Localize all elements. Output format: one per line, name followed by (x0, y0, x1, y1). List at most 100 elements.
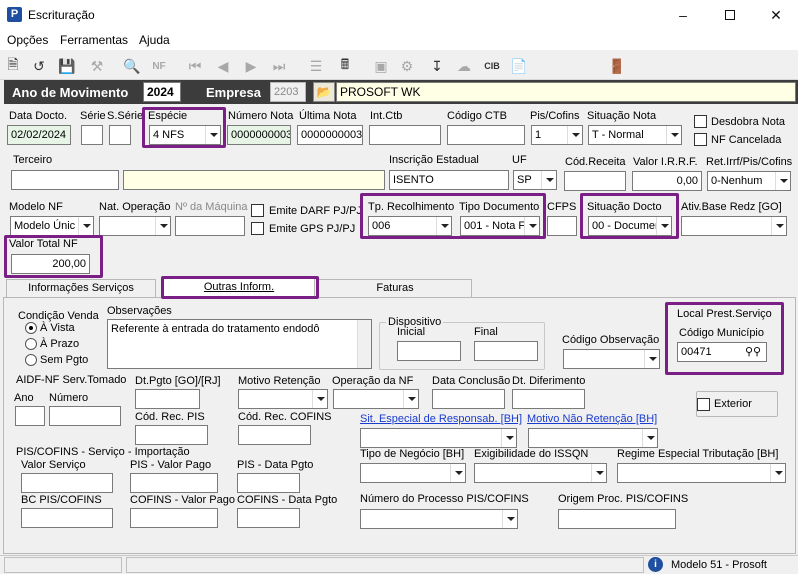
open-folder-button[interactable]: 📂 (313, 82, 335, 102)
motivo-nao-retencao-link[interactable]: Motivo Não Retenção [BH] (527, 413, 657, 426)
dt-pgto-input[interactable] (135, 389, 200, 409)
valor-total-input[interactable]: 200,00 (11, 254, 90, 274)
save-icon[interactable]: 💾 (58, 57, 76, 75)
cod-rec-pis-input[interactable] (135, 425, 208, 445)
motivo-retencao-select[interactable] (238, 389, 328, 409)
folder-icon[interactable]: ▣ (372, 57, 390, 75)
nat-op-select[interactable] (99, 216, 171, 236)
cib-icon[interactable]: CIB (483, 57, 501, 75)
int-ctb-input[interactable] (369, 125, 441, 145)
origem-proc-input[interactable] (558, 509, 676, 529)
codigo-observacao-select[interactable] (563, 349, 660, 369)
motivo-nao-retencao-select[interactable] (528, 428, 658, 448)
tab-informacoes-servicos[interactable]: Informações Serviços (6, 279, 156, 297)
situacao-nota-select[interactable]: T - Normal (588, 125, 682, 145)
valor-irrf-input[interactable]: 0,00 (632, 171, 702, 191)
import-icon[interactable]: ↧ (428, 57, 446, 75)
observacoes-scrollbar[interactable] (357, 320, 371, 368)
exterior-checkbox[interactable] (697, 398, 710, 411)
aidf-numero-label: Número (49, 392, 89, 404)
bc-pis-cofins-input[interactable] (21, 508, 113, 528)
cofins-valor-pago-label: COFINS - Valor Pago (130, 494, 235, 506)
observacoes-textarea[interactable]: Referente à entrada do tratamento endodô (107, 319, 372, 369)
nf-cancelada-checkbox[interactable] (694, 133, 707, 146)
motivo-retencao-label: Motivo Retenção (238, 375, 321, 387)
maquina-input[interactable] (175, 216, 245, 236)
sit-especial-link[interactable]: Sit. Especial de Responsab. [BH] (360, 413, 522, 426)
next-record-icon[interactable]: ▶ (242, 57, 260, 75)
exit-door-icon[interactable]: 🚪 (608, 57, 626, 75)
situacao-docto-select[interactable]: 00 - Documer (588, 216, 672, 236)
sserie-input[interactable] (109, 125, 131, 145)
numero-nota-input[interactable]: 0000000003 (227, 125, 291, 145)
radio-a-prazo[interactable] (25, 338, 37, 350)
last-record-icon[interactable]: ⏭ (270, 57, 288, 75)
chevron-down-icon (155, 217, 170, 235)
radio-a-vista[interactable] (25, 322, 37, 334)
dt-diferimento-label: Dt. Diferimento (512, 375, 586, 387)
cfps-input[interactable] (547, 216, 577, 236)
uf-select[interactable]: SP (513, 170, 557, 190)
ie-input[interactable]: ISENTO (389, 170, 509, 190)
cod-receita-input[interactable] (564, 171, 626, 191)
pis-cofins-select[interactable]: 1 (531, 125, 583, 145)
dispositivo-final-input[interactable] (474, 341, 538, 361)
ano-input[interactable]: 2024 (143, 82, 181, 102)
radio-sem-pgto[interactable] (25, 354, 37, 366)
tool-icon[interactable]: ⚒ (88, 57, 106, 75)
tipo-documento-select[interactable]: 001 - Nota F (460, 216, 540, 236)
tp-recolhimento-select[interactable]: 006 (368, 216, 452, 236)
codigo-ctb-input[interactable] (447, 125, 525, 145)
nat-op-label: Nat. Operação (99, 201, 171, 213)
close-button[interactable]: ✕ (753, 0, 798, 30)
exigibilidade-select[interactable] (474, 463, 607, 483)
minimize-button[interactable]: – (660, 0, 706, 30)
cloud-icon[interactable]: ☁ (455, 57, 473, 75)
menu-opcoes[interactable]: Opções (7, 33, 48, 47)
calculator-icon[interactable]: 🖩 (336, 56, 354, 75)
menu-ajuda[interactable]: Ajuda (139, 33, 170, 47)
num-processo-select[interactable] (360, 509, 518, 529)
op-nf-select[interactable] (333, 389, 419, 409)
nfe-icon[interactable]: NF (150, 57, 168, 75)
cofins-data-pgto-input[interactable] (237, 508, 300, 528)
search-binoculars-icon[interactable]: ⚲⚲ (744, 344, 762, 360)
tab-faturas[interactable]: Faturas (318, 279, 472, 297)
pis-data-pgto-input[interactable] (237, 473, 300, 493)
ativ-select[interactable] (681, 216, 787, 236)
data-docto-input[interactable]: 02/02/2024 (7, 125, 71, 145)
print-preview-icon[interactable]: 🔍 (123, 57, 141, 75)
tab-outras-inform[interactable]: Outras Inform. (163, 277, 315, 298)
document-icon[interactable]: 📄 (510, 57, 528, 75)
new-file-icon[interactable]: 🗎 (4, 56, 22, 75)
dt-diferimento-input[interactable] (512, 389, 585, 409)
serie-input[interactable] (81, 125, 103, 145)
dispositivo-inicial-input[interactable] (397, 341, 461, 361)
undo-icon[interactable]: ↺ (30, 57, 48, 75)
ret-select[interactable]: 0-Nenhum (707, 171, 791, 191)
cofins-valor-pago-input[interactable] (130, 508, 218, 528)
previous-record-icon[interactable]: ◀ (214, 57, 232, 75)
desdobra-label: Desdobra Nota (711, 116, 785, 128)
aidf-ano-input[interactable] (15, 406, 45, 426)
darf-checkbox[interactable] (251, 204, 264, 217)
chevron-down-icon (656, 217, 671, 235)
tipo-negocio-select[interactable] (360, 463, 466, 483)
gps-checkbox[interactable] (251, 222, 264, 235)
valor-servico-input[interactable] (21, 473, 113, 493)
first-record-icon[interactable]: ⏮ (186, 57, 204, 75)
especie-select[interactable]: 4 NFS (149, 125, 221, 145)
modelo-nf-select[interactable]: Modelo Únic (10, 216, 94, 236)
aidf-numero-input[interactable] (49, 406, 121, 426)
data-conclusao-input[interactable] (432, 389, 505, 409)
desdobra-checkbox[interactable] (694, 115, 707, 128)
cod-rec-cofins-input[interactable] (238, 425, 311, 445)
gear-icon[interactable]: ⚙ (398, 57, 416, 75)
pis-valor-pago-input[interactable] (130, 473, 218, 493)
list-icon[interactable]: ☰ (307, 57, 325, 75)
regime-especial-select[interactable] (617, 463, 786, 483)
menu-ferramentas[interactable]: Ferramentas (60, 33, 128, 47)
sit-especial-select[interactable] (360, 428, 517, 448)
terceiro-code-input[interactable] (11, 170, 119, 190)
maximize-button[interactable] (707, 0, 753, 30)
